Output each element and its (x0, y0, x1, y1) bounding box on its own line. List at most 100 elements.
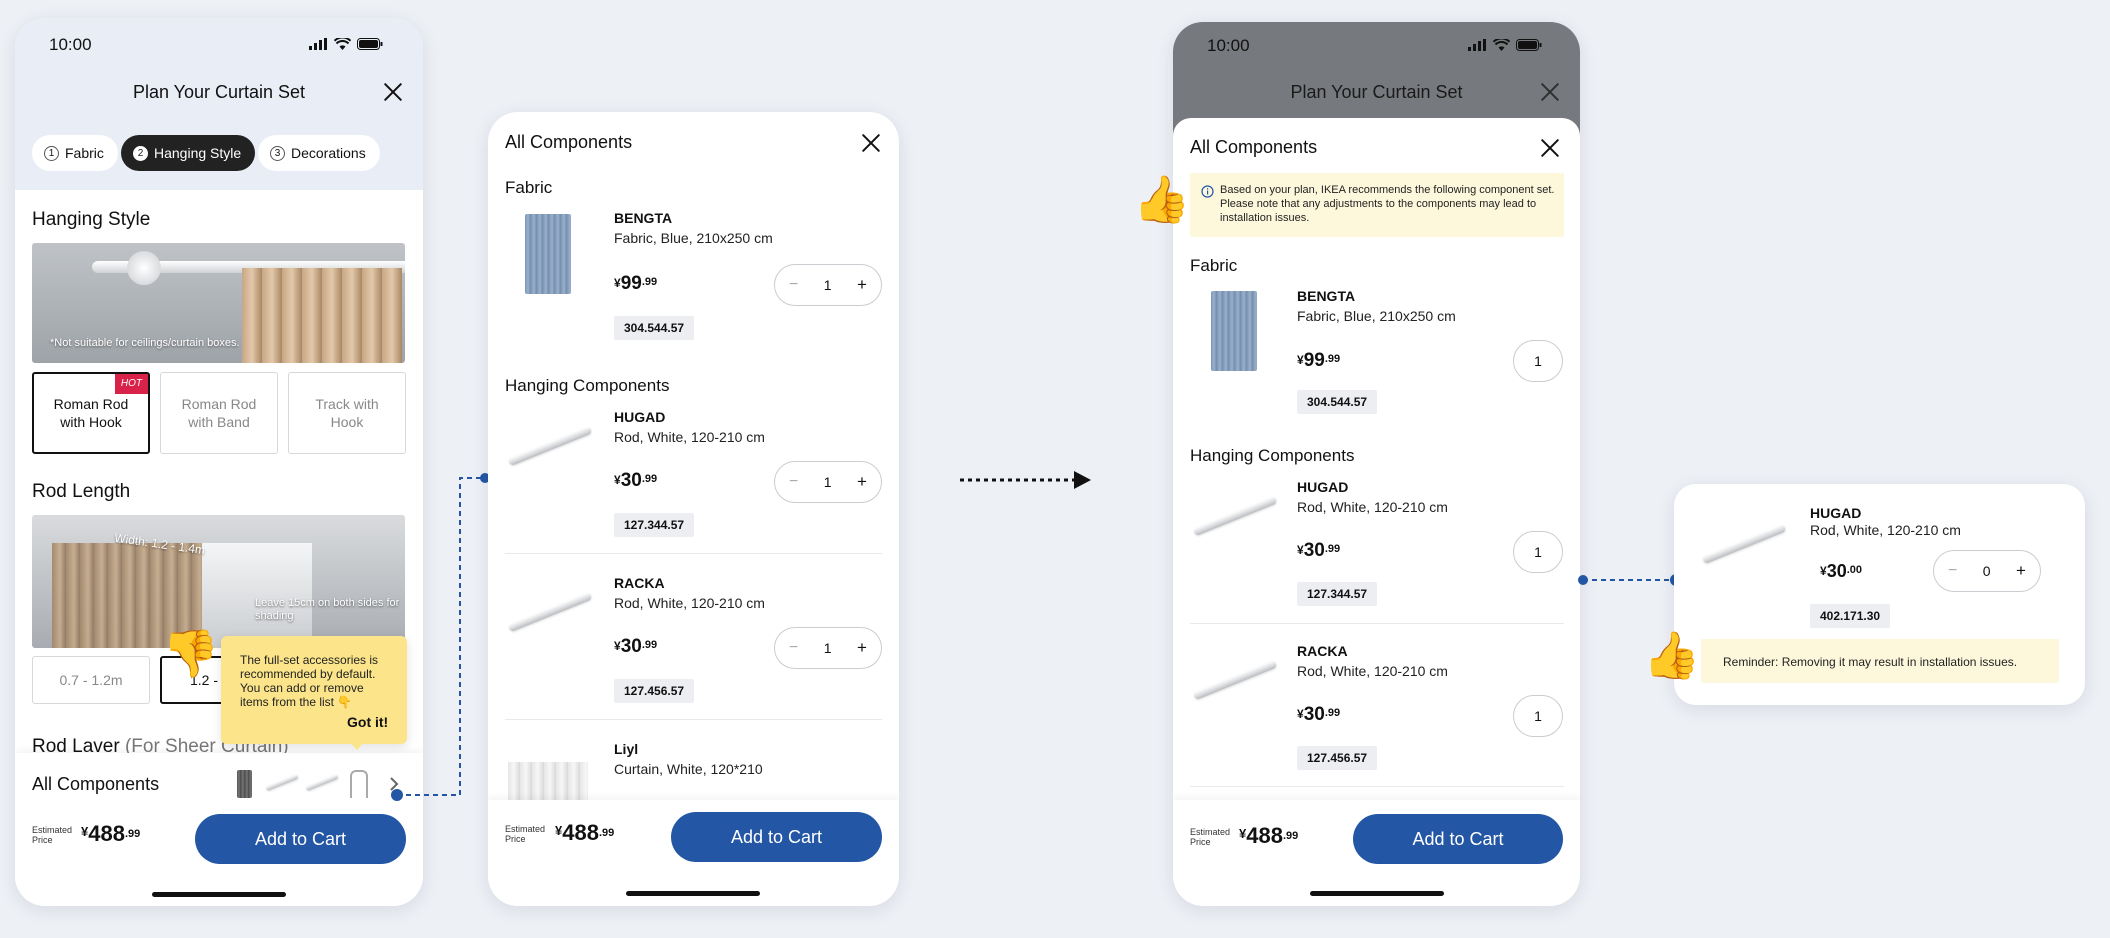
sheet-title: All Components (505, 132, 633, 152)
option-length-short[interactable]: 0.7 - 1.2m (32, 656, 150, 704)
option-track-hook[interactable]: Track with Hook (288, 372, 406, 454)
product-image-bengta (1211, 291, 1257, 371)
hot-badge: HOT (114, 374, 148, 394)
divider (505, 719, 882, 720)
divider (505, 553, 882, 554)
phone-components-sheet-v2: 10:00 Plan Your Curtain Set All Componen… (1173, 22, 1580, 906)
article-number: 127.456.57 (614, 679, 695, 703)
connector-line-1 (391, 473, 490, 801)
decrease-button[interactable]: − (789, 473, 798, 491)
estimated-price-label: Estimated Price (505, 824, 546, 844)
hanging-components-heading: Hanging Components (1190, 446, 1355, 465)
bottom-sheet: All Components Based on your plan, IKEA … (1173, 118, 1580, 906)
product-desc: Rod, White, 120-210 cm (614, 429, 765, 445)
article-number: 402.171.30 (1810, 604, 1891, 628)
status-time: 10:00 (49, 35, 92, 54)
thumbs-up-icon: 👍 (1133, 173, 1191, 225)
increase-button[interactable]: + (857, 472, 867, 492)
home-indicator (1310, 891, 1444, 896)
quantity-display[interactable]: 1 (1513, 695, 1563, 737)
status-time: 10:00 (1207, 36, 1250, 55)
sheet-title: All Components (1190, 137, 1318, 157)
product-price: ¥99.99 (1297, 350, 1341, 371)
product-desc: Fabric, Blue, 210x250 cm (1297, 308, 1456, 324)
info-banner: Based on your plan, IKEA recommends the … (1190, 173, 1564, 237)
increase-button[interactable]: + (857, 275, 867, 295)
reminder-text: Reminder: Removing it may result in inst… (1723, 655, 2018, 669)
battery-icon (1516, 39, 1542, 51)
hanging-style-heading: Hanging Style (32, 209, 151, 230)
product-name: HUGAD (1297, 479, 1349, 495)
product-price: ¥30.00 (1820, 561, 1863, 581)
background-title: Plan Your Curtain Set (1290, 82, 1463, 102)
quantity-stepper[interactable]: −1 + (774, 461, 882, 503)
wifi-icon (1493, 39, 1510, 51)
thumbs-down-icon: 👎 (162, 627, 220, 679)
quantity-stepper[interactable]: −0 + (1933, 550, 2041, 592)
status-icons (1468, 39, 1542, 51)
quantity-display[interactable]: 1 (1513, 340, 1563, 382)
article-number: 127.456.57 (1297, 746, 1378, 770)
product-desc: Fabric, Blue, 210x250 cm (614, 230, 773, 246)
close-icon[interactable] (1539, 137, 1561, 159)
decrease-button[interactable]: − (789, 276, 798, 294)
home-indicator (626, 891, 760, 896)
product-desc: Rod, White, 120-210 cm (1810, 522, 1961, 538)
product-desc: Rod, White, 120-210 cm (614, 595, 765, 611)
estimated-price: ¥488.99 (81, 821, 141, 846)
product-image-racka (1192, 659, 1278, 701)
product-name: HUGAD (1810, 505, 1862, 521)
quantity-stepper[interactable]: −1 + (774, 627, 882, 669)
add-to-cart-button[interactable]: Add to Cart (1353, 814, 1563, 864)
phone-components-sheet: All Components Fabric BENGTA Fabric, Blu… (488, 112, 899, 906)
wifi-icon (334, 38, 351, 50)
product-price: ¥30.99 (614, 636, 658, 657)
all-components-label[interactable]: All Components (32, 774, 159, 795)
arrow-right-icon (960, 471, 1091, 489)
estimated-price: ¥488.99 (555, 820, 615, 845)
product-name: BENGTA (1297, 288, 1356, 304)
photo-note: *Not suitable for ceilings/curtain boxes… (50, 337, 240, 349)
product-image-racka (507, 591, 593, 633)
component-thumb-hook (350, 770, 368, 798)
tab-hanging-style[interactable]: 2 Hanging Style (121, 135, 256, 171)
tooltip-text: The full-set accessories is recommended … (240, 653, 379, 709)
tab-fabric[interactable]: 1 Fabric (32, 135, 118, 171)
quantity-stepper[interactable]: −1 + (774, 264, 882, 306)
product-desc: Rod, White, 120-210 cm (1297, 663, 1448, 679)
phone-plan-screen: 10:00 Plan Your Curtain Set 1 Fabric 2 Han… (15, 18, 423, 906)
option-roman-rod-hook[interactable]: HOT Roman Rod with Hook (32, 372, 150, 454)
article-number: 304.544.57 (1297, 390, 1378, 414)
hanging-style-photo: *Not suitable for ceilings/curtain boxes… (32, 243, 405, 363)
increase-button[interactable]: + (2016, 561, 2026, 581)
article-number: 304.544.57 (614, 316, 695, 340)
product-name: Liyl (614, 741, 639, 757)
divider (1190, 786, 1564, 787)
product-image-liyl (508, 762, 588, 802)
signal-icon (309, 38, 327, 50)
tooltip-got-it[interactable]: Got it! (347, 714, 388, 730)
estimated-price: ¥488.99 (1239, 823, 1299, 848)
tab-decorations[interactable]: 3 Decorations (258, 135, 380, 171)
product-image-bengta (525, 214, 571, 294)
close-icon (1539, 81, 1561, 103)
product-price: ¥30.99 (1297, 540, 1341, 561)
option-roman-rod-band[interactable]: Roman Rod with Band (160, 372, 278, 454)
close-icon[interactable] (860, 132, 882, 154)
connector-line-2 (1578, 574, 1682, 586)
info-icon (1201, 185, 1214, 198)
increase-button[interactable]: + (857, 638, 867, 658)
fabric-heading: Fabric (1190, 256, 1238, 275)
decrease-button[interactable]: − (1948, 562, 1957, 580)
add-to-cart-button[interactable]: Add to Cart (671, 812, 882, 862)
quantity-display[interactable]: 1 (1513, 531, 1563, 573)
component-thumb-fabric (237, 770, 252, 798)
decrease-button[interactable]: − (789, 639, 798, 657)
product-image-hugad (1701, 523, 1787, 565)
add-to-cart-button[interactable]: Add to Cart (195, 814, 406, 864)
signal-icon (1468, 39, 1486, 51)
article-number: 127.344.57 (1297, 582, 1378, 606)
estimated-price-label: Estimated Price (1190, 827, 1231, 847)
product-image-hugad (1192, 495, 1278, 537)
close-icon[interactable] (382, 81, 404, 103)
